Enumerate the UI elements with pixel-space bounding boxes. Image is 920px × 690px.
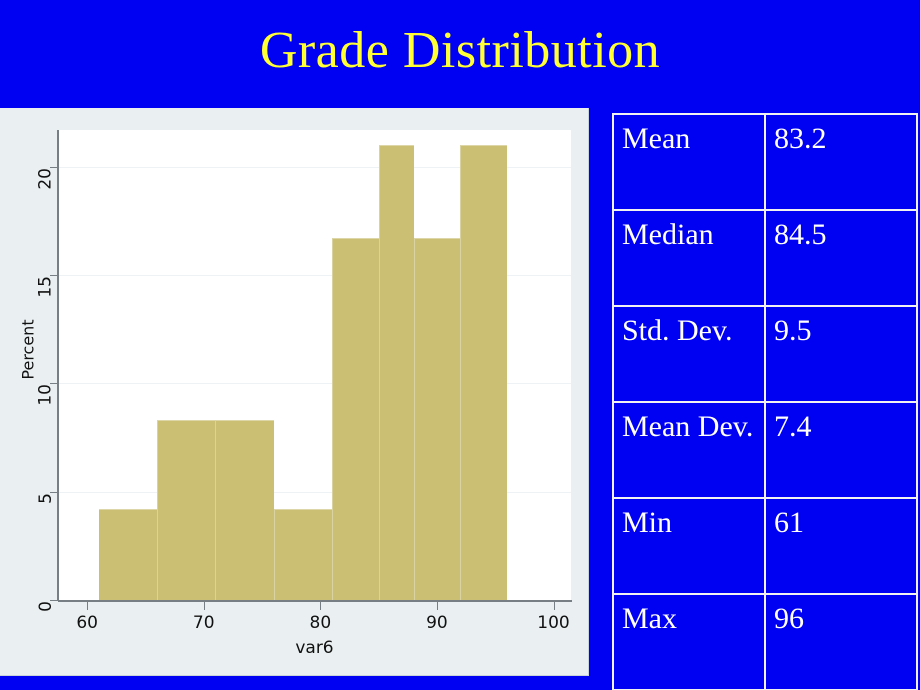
table-row: Median 84.5 (612, 209, 918, 307)
x-tick-mark (87, 602, 89, 610)
stat-label: Median (612, 209, 766, 307)
x-axis-line (58, 600, 572, 602)
histogram-bar (273, 509, 332, 600)
stat-value: 96 (764, 593, 918, 690)
y-tick-label-wrap: 20 (0, 167, 56, 190)
stat-value: 9.5 (764, 305, 918, 403)
histogram-bar (460, 145, 507, 600)
x-axis-title: var6 (295, 638, 334, 658)
summary-statistics-table: Mean 83.2 Median 84.5 Std. Dev. 9.5 Mean Dev. 7… (612, 113, 918, 690)
table-row: Max 96 (612, 593, 918, 690)
x-tick-mark (203, 602, 205, 610)
histogram-bar (98, 509, 158, 600)
plot-area (58, 130, 571, 600)
stat-value: 84.5 (764, 209, 918, 307)
x-tick-label: 70 (192, 613, 215, 633)
x-tick-mark (320, 602, 322, 610)
table-row: Mean Dev. 7.4 (612, 401, 918, 499)
y-tick-label-wrap: 10 (0, 383, 56, 406)
stat-label: Std. Dev. (612, 305, 766, 403)
histogram-bar (413, 238, 461, 600)
y-tick-label: 20 (36, 167, 56, 190)
stats-table-body: Mean 83.2 Median 84.5 Std. Dev. 9.5 Mean Dev. 7… (612, 113, 918, 690)
x-tick-label: 100 (537, 613, 570, 633)
y-tick-label-wrap: 5 (0, 492, 56, 504)
table-row: Mean 83.2 (612, 113, 918, 211)
histogram-bar (215, 420, 274, 600)
slide: Grade Distribution Percent var6 0 5 10 15 20… (0, 0, 920, 690)
stat-label: Min (612, 497, 766, 595)
stat-label: Max (612, 593, 766, 690)
x-tick-mark (436, 602, 438, 610)
x-tick-label: 90 (426, 613, 448, 633)
y-tick-label-wrap: 15 (0, 275, 56, 298)
x-tick-label: 60 (76, 613, 98, 633)
histogram-bar (331, 238, 379, 600)
y-tick-label: 10 (36, 384, 56, 407)
stat-value: 83.2 (764, 113, 918, 211)
table-row: Min 61 (612, 497, 918, 595)
x-tick-mark (553, 602, 555, 610)
table-row: Std. Dev. 9.5 (612, 305, 918, 403)
y-tick-label: 0 (36, 601, 56, 612)
y-axis-title: Percent (18, 319, 38, 380)
histogram-bar (378, 145, 414, 600)
stat-label: Mean (612, 113, 766, 211)
y-tick-label: 5 (36, 492, 56, 504)
stat-label: Mean Dev. (612, 401, 766, 499)
y-tick-label: 15 (36, 276, 56, 298)
y-axis-line (57, 130, 59, 601)
x-tick-label: 80 (309, 613, 332, 633)
page-title: Grade Distribution (259, 22, 661, 79)
stat-value: 7.4 (764, 401, 918, 499)
histogram-chart-panel: Percent var6 0 5 10 15 20 60 70 80 90 100 (0, 108, 589, 676)
y-tick-label-wrap: 0 (0, 600, 56, 612)
stat-value: 61 (764, 497, 918, 595)
histogram-bar (157, 420, 216, 600)
plot-frame (58, 130, 571, 600)
